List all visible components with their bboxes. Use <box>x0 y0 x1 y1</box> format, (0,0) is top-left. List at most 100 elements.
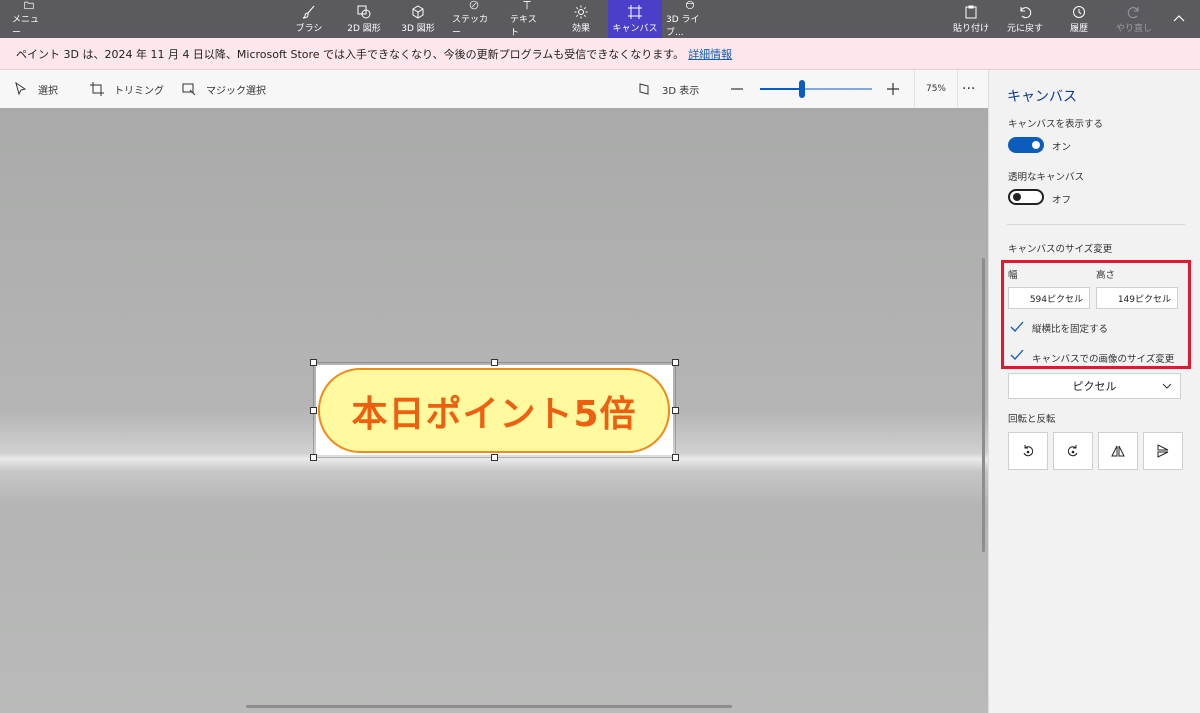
history-icon <box>1073 5 1085 18</box>
toggle-knob <box>1013 193 1021 201</box>
crop-icon <box>90 82 104 96</box>
tool-label: 2D 図形 <box>347 23 381 34</box>
tool-label: 3D ライブ... <box>666 15 700 38</box>
resize-handle-left[interactable] <box>310 407 317 414</box>
rotate-right-button[interactable] <box>1053 432 1093 470</box>
toggle-knob <box>1032 141 1040 149</box>
notice-text: ペイント 3D は、2024 年 11 月 4 日以降、Microsoft St… <box>16 47 685 61</box>
history-button[interactable]: 履歴 <box>1062 0 1096 38</box>
magic-select-button[interactable]: マジック選択 <box>182 70 266 108</box>
history-label: 履歴 <box>1069 23 1088 34</box>
deprecation-notice: ペイント 3D は、2024 年 11 月 4 日以降、Microsoft St… <box>0 38 1200 70</box>
chevron-up-icon[interactable] <box>1172 12 1186 26</box>
resize-handle-top[interactable] <box>491 359 498 366</box>
text-icon <box>523 1 531 10</box>
clipboard-icon <box>965 5 977 18</box>
show-canvas-state: オン <box>1052 142 1072 153</box>
tool-brush-button[interactable]: ブラシ <box>292 0 326 38</box>
folder-icon <box>24 1 34 9</box>
zoom-slider-thumb[interactable] <box>799 80 805 98</box>
unit-dropdown[interactable]: ピクセル <box>1008 373 1181 399</box>
resize-handle-bottom[interactable] <box>491 454 498 461</box>
top-toolbar: メニュー ブラシ 2D 図形 3D 図形 ステッカー テキスト 効果 キャンバス… <box>0 0 1200 38</box>
magic-select-icon <box>182 83 196 96</box>
more-icon: ··· <box>962 81 976 97</box>
chevron-down-icon <box>1162 383 1172 389</box>
zoom-out-button[interactable] <box>730 70 754 108</box>
resize-handle-top-left[interactable] <box>310 359 317 366</box>
flip-horizontal-button[interactable] <box>1098 432 1138 470</box>
tool-canvas-button[interactable]: キャンバス <box>608 0 662 38</box>
menu-label: メニュー <box>12 15 40 38</box>
undo-icon <box>1020 6 1032 18</box>
resize-handle-top-right[interactable] <box>672 359 679 366</box>
rotate-left-button[interactable] <box>1008 432 1048 470</box>
transparent-canvas-toggle[interactable] <box>1008 189 1044 205</box>
redo-label: やり直し <box>1116 23 1153 34</box>
show-canvas-label: キャンバスを表示する <box>1008 119 1104 130</box>
zoom-slider-graphic <box>760 80 872 98</box>
sticker-icon <box>469 0 479 10</box>
panel-divider <box>1007 224 1185 225</box>
tool-label: キャンバス <box>612 23 658 34</box>
zoom-percent[interactable]: 75% <box>914 70 958 108</box>
zoom-percent-text: 75% <box>925 84 946 94</box>
3d-shapes-icon <box>412 4 424 19</box>
zoom-in-button[interactable] <box>886 70 910 108</box>
3d-library-icon <box>686 1 694 9</box>
redo-button[interactable]: やり直し <box>1116 0 1152 38</box>
tool-label: 効果 <box>571 23 590 34</box>
pointer-icon <box>15 82 27 96</box>
view-3d-button[interactable]: 3D 表示 <box>638 70 699 108</box>
horizontal-scrollbar[interactable] <box>246 705 732 708</box>
tool-text-button[interactable]: テキスト <box>510 0 544 38</box>
transparent-canvas-state: オフ <box>1052 195 1072 206</box>
learn-more-link[interactable]: 詳細情報 <box>688 46 732 62</box>
tool-sticker-button[interactable]: ステッカー <box>452 0 496 38</box>
paste-button[interactable]: 貼り付け <box>952 0 990 38</box>
selection-outline <box>313 362 676 458</box>
crop-button[interactable]: トリミング <box>90 70 164 108</box>
crop-label: トリミング <box>114 85 164 97</box>
brush-icon <box>302 5 315 18</box>
tool-3d-library-button[interactable]: 3D ライブ... <box>666 0 714 38</box>
show-canvas-toggle[interactable] <box>1008 137 1044 153</box>
paste-label: 貼り付け <box>952 23 989 34</box>
select-label: 選択 <box>38 85 58 97</box>
flip-vertical-button[interactable] <box>1143 432 1183 470</box>
rotate-left-icon <box>1023 445 1034 457</box>
zoom-slider[interactable] <box>760 70 872 108</box>
rotate-right-icon <box>1067 445 1078 457</box>
tool-2d-shapes-button[interactable]: 2D 図形 <box>344 0 384 38</box>
resize-handle-right[interactable] <box>672 407 679 414</box>
magic-select-label: マジック選択 <box>206 85 266 97</box>
rotate-flip-label: 回転と反転 <box>1008 414 1056 425</box>
resize-canvas-label: キャンバスのサイズ変更 <box>1008 244 1113 255</box>
menu-button[interactable]: メニュー <box>12 0 46 38</box>
effects-icon <box>574 5 588 18</box>
redo-icon <box>1127 6 1139 18</box>
vertical-scrollbar[interactable] <box>982 258 985 552</box>
tool-3d-shapes-button[interactable]: 3D 図形 <box>398 0 438 38</box>
tool-effects-button[interactable]: 効果 <box>566 0 596 38</box>
select-button[interactable]: 選択 <box>14 70 58 108</box>
undo-button[interactable]: 元に戻す <box>1006 0 1044 38</box>
tool-label: ステッカー <box>452 15 489 38</box>
minus-icon <box>731 88 743 90</box>
tool-label: 3D 図形 <box>401 23 435 34</box>
resize-handle-bottom-right[interactable] <box>672 454 679 461</box>
highlight-box <box>1001 260 1191 369</box>
view-3d-label: 3D 表示 <box>662 85 700 97</box>
canvas-side-panel: キャンバス キャンバスを表示する オン 透明なキャンバス オフ キャンバスのサイ… <box>988 70 1200 713</box>
tool-label: テキスト <box>510 15 537 38</box>
unit-value: ピクセル <box>1072 380 1117 393</box>
more-options-button[interactable]: ··· <box>962 70 975 108</box>
flip-horizontal-icon <box>1111 445 1125 457</box>
canvas-icon <box>628 4 642 19</box>
undo-label: 元に戻す <box>1006 23 1043 34</box>
plus-icon <box>887 83 899 95</box>
panel-title: キャンバス <box>1007 89 1077 105</box>
transparent-canvas-label: 透明なキャンバス <box>1008 172 1085 183</box>
resize-handle-bottom-left[interactable] <box>310 454 317 461</box>
3d-view-icon <box>639 83 649 95</box>
